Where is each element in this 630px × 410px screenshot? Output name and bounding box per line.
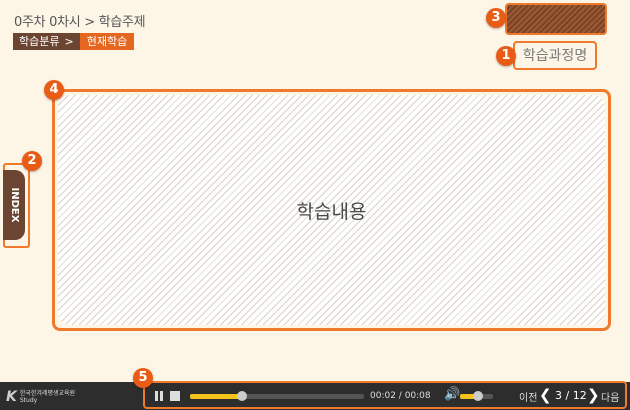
chevron-left-icon[interactable]: ❮	[539, 386, 552, 404]
time-display: 00:02 / 00:08	[370, 391, 431, 401]
breadcrumb-current: 현재학습	[79, 33, 135, 50]
badge-3: 3	[486, 8, 506, 28]
logo-mark: K	[6, 389, 17, 405]
content-label: 학습내용	[296, 201, 367, 223]
course-name: 학습과정명	[513, 41, 597, 70]
volume-icon[interactable]: 🔊	[444, 387, 460, 402]
prev-label[interactable]: 이전	[519, 389, 537, 404]
logo-placeholder	[505, 3, 607, 35]
page-title: 0주차 0차시 > 학습주제	[14, 15, 146, 30]
logo-sub: Study	[19, 397, 38, 404]
breadcrumb: 학습분류 > 현재학습	[13, 33, 135, 50]
brand-logo: K 한국한겨레평생교육원 Study	[6, 386, 75, 408]
index-tab[interactable]: INDEX	[3, 170, 25, 240]
pause-icon[interactable]	[154, 391, 164, 401]
chevron-right-icon[interactable]: ❯	[587, 386, 600, 404]
progress-fill	[190, 394, 243, 399]
breadcrumb-category[interactable]: 학습분류	[19, 33, 59, 50]
progress-slider[interactable]	[190, 391, 364, 401]
page-indicator: 3 / 12	[555, 389, 587, 402]
badge-4: 4	[44, 80, 64, 100]
badge-2: 2	[22, 151, 42, 171]
breadcrumb-separator: >	[64, 35, 74, 48]
content-area: 학습내용	[52, 89, 611, 331]
index-tab-label: INDEX	[9, 187, 20, 223]
stop-icon[interactable]	[170, 391, 180, 401]
badge-1: 1	[496, 46, 516, 66]
logo-org: 한국한겨레평생교육원	[19, 390, 76, 397]
badge-5: 5	[133, 368, 153, 388]
volume-slider[interactable]	[460, 391, 493, 401]
next-label[interactable]: 다음	[601, 389, 619, 404]
